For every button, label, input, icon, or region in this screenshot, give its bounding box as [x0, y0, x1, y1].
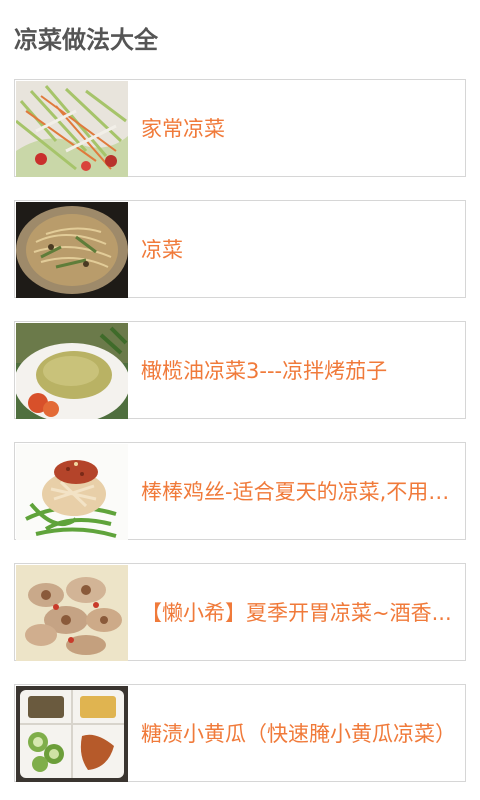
recipe-card[interactable]: 糖渍小黄瓜（快速腌小黄瓜凉菜） [14, 684, 466, 782]
recipe-thumbnail [16, 323, 128, 419]
recipe-card[interactable]: 【懒小希】夏季开胃凉菜~酒香... [14, 563, 466, 661]
recipe-title: 棒棒鸡丝-适合夏天的凉菜,不用动... [141, 480, 457, 504]
recipe-thumbnail [16, 565, 128, 661]
recipe-title: 凉菜 [141, 238, 183, 262]
recipe-title: 橄榄油凉菜3---凉拌烤茄子 [141, 359, 388, 383]
recipe-thumbnail [16, 686, 128, 782]
recipe-title: 糖渍小黄瓜（快速腌小黄瓜凉菜） [141, 722, 456, 746]
recipe-thumbnail [16, 444, 128, 540]
recipe-card[interactable]: 橄榄油凉菜3---凉拌烤茄子 [14, 321, 466, 419]
recipe-thumbnail [16, 202, 128, 298]
recipe-card[interactable]: 家常凉菜 [14, 79, 466, 177]
recipe-card[interactable]: 凉菜 [14, 200, 466, 298]
recipe-list: 家常凉菜 凉菜 橄榄油凉菜3---凉拌烤茄子 棒棒鸡丝-适合夏天的凉菜,不用动.… [14, 79, 466, 800]
recipe-thumbnail [16, 81, 128, 177]
recipe-card[interactable]: 棒棒鸡丝-适合夏天的凉菜,不用动... [14, 442, 466, 540]
recipe-title: 【懒小希】夏季开胃凉菜~酒香... [141, 601, 452, 625]
recipe-list-page: 凉菜做法大全 家常凉菜 凉菜 橄榄油凉菜3---凉拌烤茄子 棒棒鸡丝-适合夏天的… [0, 0, 480, 800]
recipe-title: 家常凉菜 [141, 117, 225, 141]
page-title: 凉菜做法大全 [14, 26, 158, 54]
